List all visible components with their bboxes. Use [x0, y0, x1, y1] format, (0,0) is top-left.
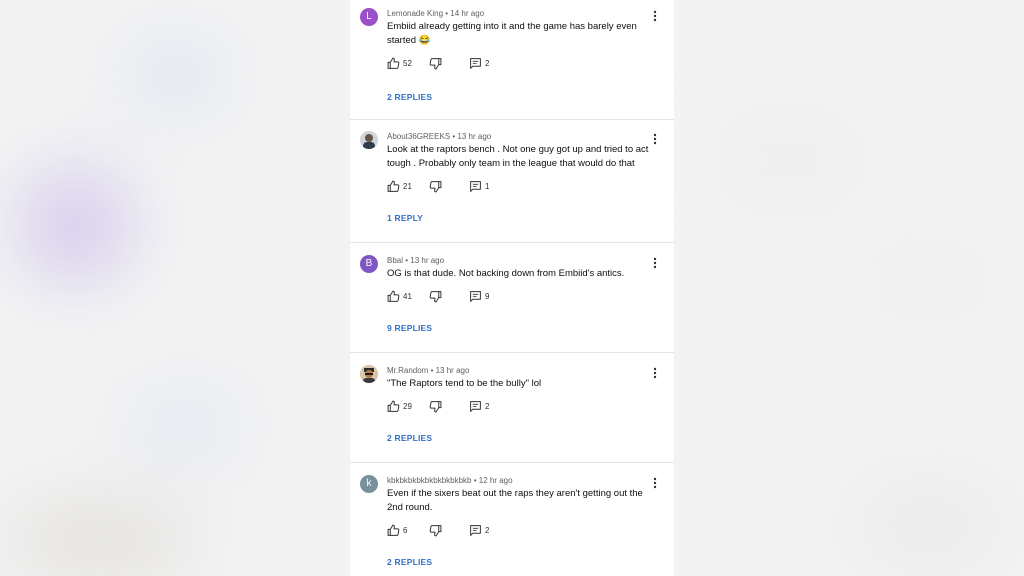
thumb-down-icon	[429, 401, 442, 413]
reply-button[interactable]: 9	[469, 290, 499, 304]
like-count: 52	[403, 59, 412, 68]
comment-icon	[470, 58, 481, 69]
comment-actions: 21 1	[387, 180, 527, 194]
like-button[interactable]: 6	[387, 524, 417, 538]
reply-count: 1	[485, 182, 490, 191]
reply-count: 2	[485, 526, 490, 535]
more-vert-icon[interactable]	[650, 476, 660, 490]
reply-button[interactable]: 2	[469, 524, 499, 538]
avatar[interactable]: L	[360, 8, 378, 26]
dislike-button[interactable]	[429, 180, 443, 194]
thumb-up-icon	[387, 524, 400, 536]
comment-time: 12 hr ago	[478, 476, 513, 485]
comment-item: Mr.Random • 13 hr ago "The Raptors tend …	[350, 353, 674, 463]
comment-time: 13 hr ago	[435, 366, 470, 375]
thumb-down-icon	[429, 181, 442, 193]
comment-icon	[470, 525, 481, 536]
comment-actions: 41 9	[387, 290, 527, 304]
like-count: 6	[403, 526, 408, 535]
comment-actions: 52 2	[387, 57, 527, 71]
like-count: 41	[403, 292, 412, 301]
like-button[interactable]: 41	[387, 290, 417, 304]
dislike-button[interactable]	[429, 400, 443, 414]
dislike-button[interactable]	[429, 57, 443, 71]
reply-button[interactable]: 2	[469, 57, 499, 71]
comment-meta: Lemonade King • 14 hr ago	[387, 9, 485, 18]
view-replies-button[interactable]: 1 REPLY	[387, 213, 423, 223]
view-replies-button[interactable]: 2 REPLIES	[387, 557, 432, 567]
avatar[interactable]	[360, 365, 378, 383]
author-name[interactable]: Bbal	[387, 256, 403, 265]
view-replies-button[interactable]: 2 REPLIES	[387, 92, 432, 102]
comment-time: 14 hr ago	[450, 9, 485, 18]
avatar[interactable]: B	[360, 255, 378, 273]
comment-icon	[470, 401, 481, 412]
reply-button[interactable]: 2	[469, 400, 499, 414]
view-replies-button[interactable]: 9 REPLIES	[387, 323, 432, 333]
author-name[interactable]: kbkbkbkbkbkbkbkbkbkb	[387, 476, 472, 485]
reply-count: 2	[485, 59, 490, 68]
comment-item: k kbkbkbkbkbkbkbkbkbkb • 12 hr ago Even …	[350, 463, 674, 576]
comments-feed: L Lemonade King • 14 hr ago Embiid alrea…	[350, 0, 674, 576]
thumb-up-icon	[387, 400, 400, 412]
comment-meta: kbkbkbkbkbkbkbkbkbkb • 12 hr ago	[387, 476, 513, 485]
comment-text: Look at the raptors bench . Not one guy …	[387, 144, 649, 169]
comment-meta: About36GREEKS • 13 hr ago	[387, 132, 492, 141]
comment-time: 13 hr ago	[410, 256, 445, 265]
more-vert-icon[interactable]	[650, 256, 660, 270]
thumb-up-icon	[387, 57, 400, 69]
author-name[interactable]: Lemonade King	[387, 9, 443, 18]
avatar-image	[360, 131, 378, 149]
avatar[interactable]: k	[360, 475, 378, 493]
thumb-down-icon	[429, 58, 442, 70]
thumb-up-icon	[387, 290, 400, 302]
comment-text: OG is that dude. Not backing down from E…	[387, 268, 625, 279]
like-button[interactable]: 29	[387, 400, 417, 414]
comment-item: L Lemonade King • 14 hr ago Embiid alrea…	[350, 0, 674, 120]
comment-icon	[470, 291, 481, 302]
dislike-button[interactable]	[429, 524, 443, 538]
author-name[interactable]: About36GREEKS	[387, 132, 450, 141]
avatar-image	[360, 365, 378, 383]
comment-text: Even if the sixers beat out the raps the…	[387, 488, 643, 513]
more-vert-icon[interactable]	[650, 132, 660, 146]
reply-count: 9	[485, 292, 490, 301]
view-replies-button[interactable]: 2 REPLIES	[387, 433, 432, 443]
comment-meta: Mr.Random • 13 hr ago	[387, 366, 470, 375]
dislike-button[interactable]	[429, 290, 443, 304]
comment-item: About36GREEKS • 13 hr ago Look at the ra…	[350, 120, 674, 243]
comment-time: 13 hr ago	[457, 132, 492, 141]
comment-item: B Bbal • 13 hr ago OG is that dude. Not …	[350, 243, 674, 353]
more-vert-icon[interactable]	[650, 9, 660, 23]
avatar[interactable]	[360, 131, 378, 149]
thumb-down-icon	[429, 291, 442, 303]
comment-actions: 29 2	[387, 400, 527, 414]
comment-text: "The Raptors tend to be the bully" lol	[387, 378, 542, 389]
more-vert-icon[interactable]	[650, 366, 660, 380]
thumb-up-icon	[387, 180, 400, 192]
author-name[interactable]: Mr.Random	[387, 366, 428, 375]
comment-text: Embiid already getting into it and the g…	[387, 21, 637, 46]
comment-icon	[470, 181, 481, 192]
reply-button[interactable]: 1	[469, 180, 499, 194]
like-button[interactable]: 52	[387, 57, 417, 71]
like-count: 29	[403, 402, 412, 411]
comment-meta: Bbal • 13 hr ago	[387, 256, 445, 265]
comment-actions: 6 2	[387, 524, 527, 538]
like-count: 21	[403, 182, 412, 191]
like-button[interactable]: 21	[387, 180, 417, 194]
thumb-down-icon	[429, 525, 442, 537]
reply-count: 2	[485, 402, 490, 411]
